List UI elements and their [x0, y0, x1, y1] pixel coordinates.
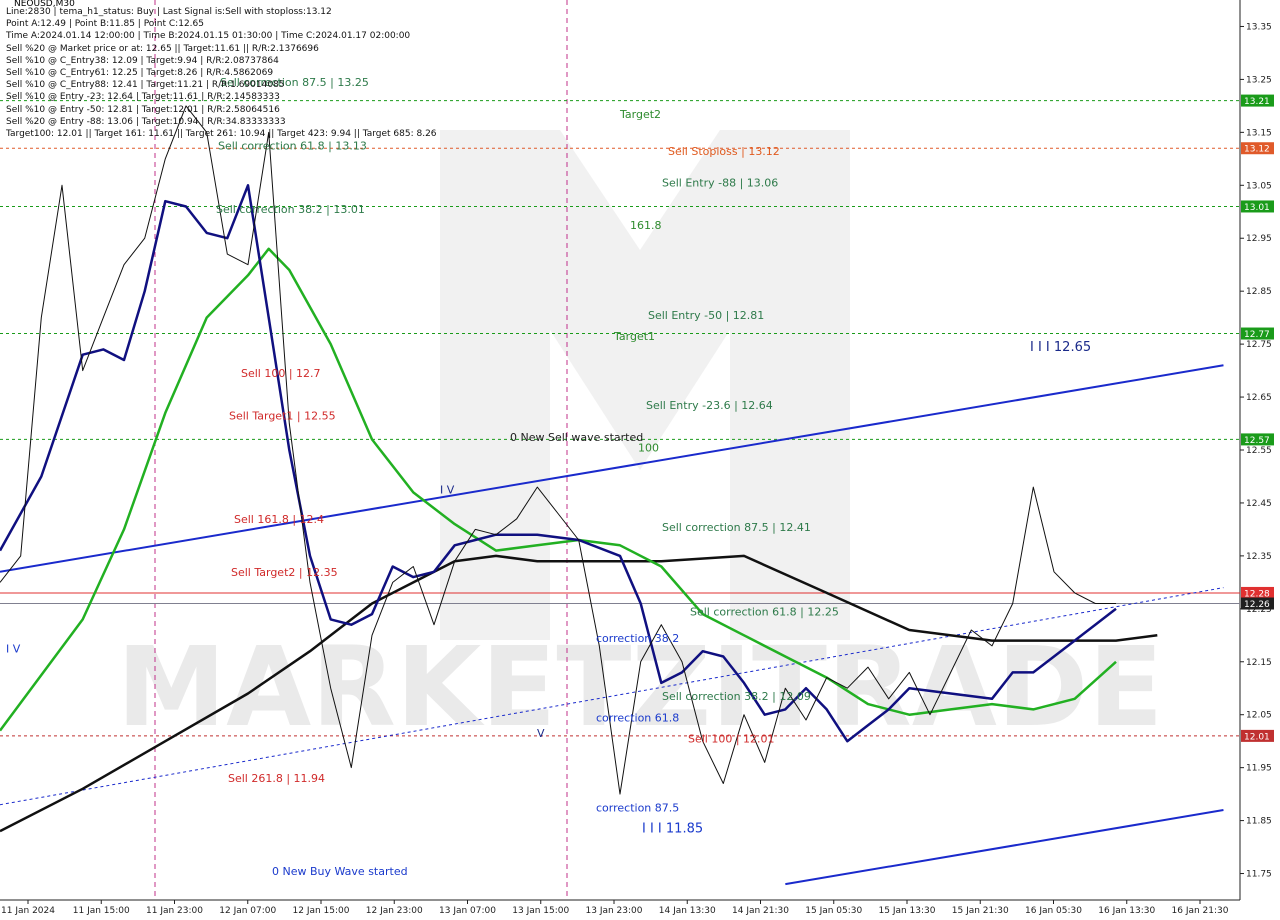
y-tick-label: 12.95 [1246, 234, 1272, 244]
info-line: Sell %10 @ Entry -50: 12.81 | Target:12.… [6, 104, 280, 115]
x-tick-label: 12 Jan 23:00 [366, 906, 423, 916]
x-tick-label: 11 Jan 15:00 [73, 906, 130, 916]
y-tick-label: 11.85 [1246, 817, 1272, 827]
chart-annotation: Sell Entry -23.6 | 12.64 [646, 399, 773, 412]
y-tick-label: 13.05 [1246, 181, 1272, 191]
chart-annotation: correction 38.2 [596, 632, 679, 645]
info-line: Line:2830 | tema_h1_status: Buy | Last S… [6, 7, 332, 17]
info-line: Sell %10 @ C_Entry38: 12.09 | Target:9.9… [6, 55, 279, 66]
chart-annotation: I I I 11.85 [642, 822, 703, 837]
price-label-text: 13.21 [1244, 97, 1270, 107]
y-tick-label: 12.55 [1246, 446, 1272, 456]
chart-annotation: Sell 161.8 | 12.4 [234, 513, 324, 526]
y-tick-label: 12.85 [1246, 287, 1272, 297]
chart-annotation: Sell 100 | 12.7 [241, 367, 321, 380]
info-line: Sell %10 @ Entry -23: 12.64 | Target:11.… [6, 92, 280, 103]
x-axis: 11 Jan 2024 11 Jan 15:00 11 Jan 23:00 12 Ja… [1, 900, 1229, 916]
chart-annotation: I V [6, 643, 21, 656]
chart-annotation: Sell correction 38.2 | 13.01 [216, 203, 365, 216]
y-tick-label: 11.75 [1246, 870, 1272, 880]
chart-annotation: Sell Entry -50 | 12.81 [648, 309, 764, 322]
info-line: Sell %20 @ Entry -88: 13.06 | Target:10.… [6, 116, 286, 127]
info-line: Point A:12.49 | Point B:11.85 | Point C:… [6, 19, 204, 30]
x-tick-label: 14 Jan 13:30 [659, 906, 716, 916]
chart-annotation: I I I 12.65 [1030, 340, 1091, 355]
x-tick-label: 15 Jan 05:30 [805, 906, 862, 916]
chart-annotation: Sell Target2 | 12.35 [231, 566, 338, 579]
y-tick-label: 12.75 [1246, 340, 1272, 350]
info-panel: Line:2830 | tema_h1_status: Buy | Last S… [6, 6, 437, 140]
x-tick-label: 13 Jan 15:00 [512, 906, 569, 916]
chart-annotation: correction 61.8 [596, 711, 679, 724]
info-line: Target100: 12.01 || Target 161: 11.61 ||… [6, 129, 437, 140]
chart-annotation: Sell correction 61.8 | 13.13 [218, 140, 367, 153]
x-tick-label: 11 Jan 23:00 [146, 906, 203, 916]
price-label-text: 12.77 [1244, 330, 1270, 340]
y-tick-label: 13.15 [1246, 128, 1272, 138]
y-tick-label: 12.15 [1246, 658, 1272, 668]
chart-annotation: Sell 100 | 12.01 [688, 733, 775, 746]
chart-annotation: I V [440, 484, 455, 497]
chart-annotation: 161.8 [630, 219, 662, 232]
x-tick-label: 12 Jan 15:00 [293, 906, 350, 916]
x-tick-label: 16 Jan 21:30 [1172, 906, 1229, 916]
x-tick-label: 12 Jan 07:00 [219, 906, 276, 916]
y-tick-label: 12.35 [1246, 552, 1272, 562]
chart-annotation: Sell 261.8 | 11.94 [228, 772, 325, 785]
chart-annotation: Sell Target1 | 12.55 [229, 410, 336, 423]
chart-annotation: 0 New Buy Wave started [272, 865, 408, 878]
chart-annotation: Sell Stoploss | 13.12 [668, 145, 780, 158]
chart-annotation: Sell Entry -88 | 13.06 [662, 177, 778, 190]
chart-root: MARKETZITRADE Target2 Sell Stoploss | 13.… [0, 0, 1280, 920]
x-tick-label: 15 Jan 13:30 [879, 906, 936, 916]
y-tick-label: 12.45 [1246, 499, 1272, 509]
x-tick-label: 11 Jan 2024 [1, 906, 55, 916]
chart-annotation: Sell correction 38.2 | 12.09 [662, 690, 811, 703]
price-label-text: 13.12 [1244, 145, 1270, 155]
chart-annotation: correction 87.5 [596, 801, 679, 814]
info-line: Sell %20 @ Market price or at: 12.65 || … [6, 43, 319, 54]
price-label-text: 12.57 [1244, 436, 1270, 446]
y-tick-label: 12.05 [1246, 711, 1272, 721]
y-tick-label: 12.65 [1246, 393, 1272, 403]
trend-line [785, 809, 1224, 886]
x-tick-label: 16 Jan 05:30 [1025, 906, 1082, 916]
chart-annotation: Sell correction 61.8 | 12.25 [690, 605, 839, 618]
price-label-text: 13.01 [1244, 203, 1270, 213]
x-tick-label: 13 Jan 07:00 [439, 906, 496, 916]
info-line: Sell %10 @ C_Entry61: 12.25 | Target:8.2… [6, 68, 274, 79]
chart-annotation: V [537, 727, 545, 740]
y-tick-label: 13.35 [1246, 22, 1272, 32]
x-tick-label: 14 Jan 21:30 [732, 906, 789, 916]
x-tick-label: 16 Jan 13:30 [1098, 906, 1155, 916]
chart-annotation: Target1 [613, 330, 655, 343]
info-line: Sell %10 @ C_Entry88: 12.41 | Target:11.… [6, 80, 285, 91]
x-tick-label: 15 Jan 21:30 [952, 906, 1009, 916]
x-tick-label: 13 Jan 23:00 [586, 906, 643, 916]
info-line: Time A:2024.01.14 12:00:00 | Time B:2024… [6, 31, 411, 42]
chart-annotation: Target2 [619, 108, 661, 121]
chart-annotation: 0 New Sell wave started [510, 431, 643, 444]
chart-annotation: Sell correction 87.5 | 12.41 [662, 521, 811, 534]
price-label-text: 12.26 [1244, 600, 1270, 610]
y-tick-label: 11.95 [1246, 764, 1272, 774]
price-label-text: 12.01 [1244, 732, 1270, 742]
y-tick-label: 13.25 [1246, 75, 1272, 85]
